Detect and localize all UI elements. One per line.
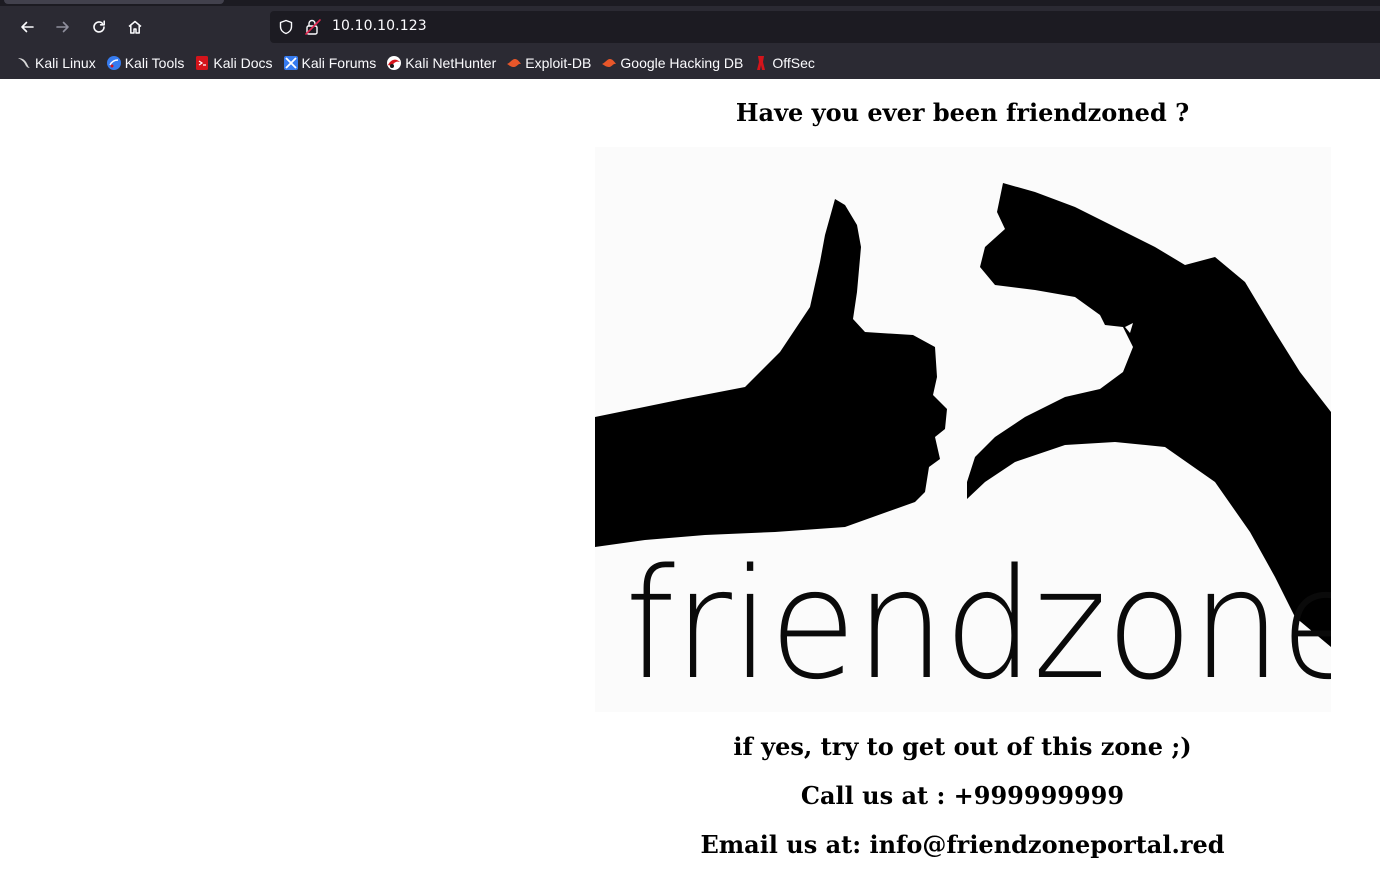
url-text[interactable]: 10.10.10.123: [332, 18, 427, 34]
thumbs-up-hand-shape: [595, 199, 947, 547]
bookmark-kali-tools[interactable]: Kali Tools: [102, 51, 191, 75]
bookmarks-toolbar: Kali Linux Kali Tools Kali Docs Kali For…: [0, 50, 1380, 76]
bookmark-label: Kali Linux: [35, 55, 96, 71]
bookmark-google-hacking-db[interactable]: Google Hacking DB: [597, 51, 749, 75]
page-viewport: Have you ever been friendzoned ? friendz…: [0, 79, 1380, 877]
bookmark-label: Kali Docs: [213, 55, 273, 71]
get-out-text: if yes, try to get out of this zone ;): [733, 732, 1192, 761]
friendzone-wordmark: friendzone: [625, 536, 1331, 712]
url-bar[interactable]: 10.10.10.123: [270, 11, 1380, 43]
bookmark-kali-linux[interactable]: Kali Linux: [12, 51, 102, 75]
bookmark-label: Google Hacking DB: [620, 55, 744, 71]
bookmark-exploit-db[interactable]: Exploit-DB: [502, 51, 597, 75]
active-tab[interactable]: [4, 0, 224, 4]
kali-tools-icon: [106, 55, 122, 71]
arrow-left-icon: [21, 21, 34, 33]
bookmark-label: Kali NetHunter: [405, 55, 497, 71]
tracking-protection-shield-icon[interactable]: [278, 19, 294, 35]
home-icon: [128, 20, 142, 34]
home-button[interactable]: [120, 12, 150, 42]
kali-nethunter-icon: [386, 55, 402, 71]
bookmark-kali-forums[interactable]: Kali Forums: [279, 51, 383, 75]
call-us-text: Call us at : +999999999: [800, 781, 1125, 810]
exploit-db-icon: [506, 55, 522, 71]
bookmark-kali-docs[interactable]: Kali Docs: [190, 51, 278, 75]
bookmark-label: Exploit-DB: [525, 55, 592, 71]
forward-button[interactable]: [48, 12, 78, 42]
kali-docs-icon: [194, 55, 210, 71]
bookmark-label: OffSec: [772, 55, 815, 71]
email-us-text: Email us at: info@friendzoneportal.red: [700, 830, 1225, 859]
google-hacking-db-icon: [601, 55, 617, 71]
insecure-lock-icon[interactable]: [304, 18, 322, 36]
bookmark-kali-nethunter[interactable]: Kali NetHunter: [382, 51, 502, 75]
navigation-toolbar: 10.10.10.123: [0, 6, 1380, 48]
reload-icon: [93, 20, 105, 33]
arrow-right-icon: [56, 21, 69, 33]
reload-button[interactable]: [84, 12, 114, 42]
back-button[interactable]: [12, 12, 42, 42]
friendzone-image: friendzone: [595, 147, 1331, 712]
bookmark-label: Kali Tools: [124, 55, 185, 71]
browser-chrome: 10.10.10.123 Kali Linux Kali Tools Kali …: [0, 0, 1380, 79]
bookmark-label: Kali Forums: [301, 55, 377, 71]
kali-forums-icon: [283, 55, 299, 71]
page-heading: Have you ever been friendzoned ?: [735, 98, 1190, 127]
offsec-icon: [753, 55, 769, 71]
kali-dragon-icon: [16, 55, 32, 71]
bookmark-offsec[interactable]: OffSec: [749, 51, 821, 75]
